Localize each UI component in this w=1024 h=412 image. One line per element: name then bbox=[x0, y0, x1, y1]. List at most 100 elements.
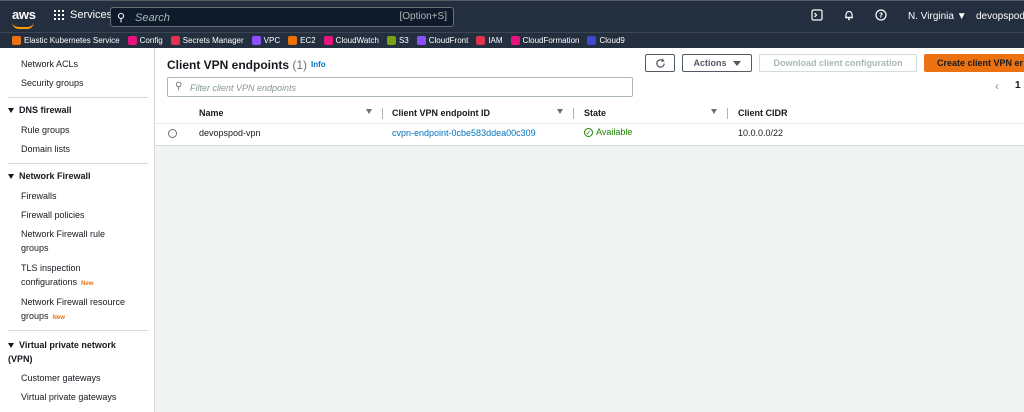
sidebar-item-firewall-policies[interactable]: Firewall policies bbox=[21, 208, 146, 222]
cell-endpoint-id-link[interactable]: cvpn-endpoint-0cbe583ddea00c309 bbox=[392, 128, 536, 138]
favorite-item[interactable]: CloudWatch bbox=[323, 36, 379, 45]
favorites-bar: Elastic Kubernetes Service Config Secrets … bbox=[0, 32, 1024, 48]
favorite-item[interactable]: Secrets Manager bbox=[170, 36, 244, 45]
sidebar-item-nf-rule-groups[interactable]: Network Firewall rule groups bbox=[21, 227, 121, 255]
account-menu[interactable]: devopspod @ bbox=[976, 11, 1024, 22]
refresh-button[interactable] bbox=[645, 54, 675, 72]
sidebar-item-security-groups[interactable]: Security groups bbox=[21, 76, 146, 90]
favorite-item[interactable]: Elastic Kubernetes Service bbox=[12, 36, 120, 45]
vpn-endpoints-panel: Client VPN endpoints (1) Info Actions Do… bbox=[155, 48, 1024, 146]
sidebar-section-dns-firewall[interactable]: DNS firewall bbox=[8, 105, 72, 115]
sidebar-item-domain-lists[interactable]: Domain lists bbox=[21, 142, 146, 156]
column-header-state[interactable]: State bbox=[584, 108, 606, 118]
check-circle-icon: ✓ bbox=[584, 127, 593, 137]
new-badge: New bbox=[81, 281, 94, 287]
sidebar-section-vpn[interactable]: Virtual private network (VPN) bbox=[8, 338, 133, 366]
sidebar-item-network-acls[interactable]: Network ACLs bbox=[21, 57, 146, 71]
sort-icon[interactable] bbox=[711, 109, 717, 114]
favorite-label: Secrets Manager bbox=[182, 36, 244, 45]
column-resizer[interactable] bbox=[573, 108, 574, 119]
grid-icon bbox=[54, 10, 64, 20]
search-icon: ⚲ bbox=[117, 12, 126, 24]
tls-label: TLS inspection configurations bbox=[21, 263, 81, 287]
column-resizer[interactable] bbox=[727, 108, 728, 119]
services-label: Services bbox=[70, 9, 113, 21]
service-icon bbox=[323, 36, 333, 45]
caret-down-icon bbox=[8, 343, 14, 349]
sidebar-divider bbox=[8, 330, 148, 331]
help-icon[interactable]: ? bbox=[875, 9, 887, 24]
aws-logo[interactable]: aws bbox=[12, 7, 36, 22]
filter-input[interactable] bbox=[188, 81, 612, 95]
actions-button[interactable]: Actions bbox=[682, 54, 752, 72]
item-count: (1) bbox=[292, 58, 308, 72]
service-icon bbox=[288, 36, 298, 45]
create-client-vpn-endpoint-button[interactable]: Create client VPN endpoint bbox=[924, 54, 1024, 72]
favorite-label: Elastic Kubernetes Service bbox=[24, 36, 120, 45]
table-row[interactable]: devopspod-vpn cvpn-endpoint-0cbe583ddea0… bbox=[155, 123, 1024, 144]
services-menu[interactable]: Services bbox=[54, 9, 112, 21]
sidebar-section-network-firewall[interactable]: Network Firewall bbox=[8, 171, 91, 181]
sort-icon[interactable] bbox=[557, 109, 563, 114]
nf-resource-label: Network Firewall resource groups bbox=[21, 297, 126, 321]
row-radio[interactable] bbox=[168, 129, 177, 138]
column-resizer[interactable] bbox=[382, 108, 383, 119]
previous-page-icon[interactable]: ‹ bbox=[995, 79, 999, 93]
favorite-label: CloudFront bbox=[428, 36, 469, 45]
svg-text:?: ? bbox=[879, 12, 883, 20]
service-icon bbox=[587, 36, 597, 45]
sidebar-item-customer-gateways[interactable]: Customer gateways bbox=[21, 371, 146, 385]
service-icon bbox=[12, 36, 21, 45]
favorite-item[interactable]: EC2 bbox=[288, 36, 316, 45]
column-header-name[interactable]: Name bbox=[199, 108, 224, 118]
service-icon bbox=[510, 36, 520, 45]
favorite-label: CloudFormation bbox=[522, 36, 580, 45]
sidebar-divider bbox=[8, 163, 148, 164]
sidebar-item-virtual-private-gateways[interactable]: Virtual private gateways bbox=[21, 390, 146, 404]
sidebar-item-tls-inspection[interactable]: TLS inspection configurations New bbox=[21, 261, 106, 291]
filter-box[interactable]: ⚲ bbox=[167, 77, 633, 97]
favorite-label: CloudWatch bbox=[335, 36, 379, 45]
bell-icon[interactable] bbox=[843, 9, 855, 24]
service-icon bbox=[127, 36, 137, 45]
favorite-label: VPC bbox=[263, 36, 281, 45]
sidebar-item-nf-resource-groups[interactable]: Network Firewall resource groups New bbox=[21, 295, 146, 325]
service-icon bbox=[476, 36, 486, 45]
favorite-item[interactable]: CloudFormation bbox=[510, 36, 580, 45]
table-header: Name Client VPN endpoint ID State Client… bbox=[155, 105, 1024, 124]
favorite-item[interactable]: CloudFront bbox=[416, 36, 469, 45]
new-badge: New bbox=[52, 315, 65, 321]
favorite-item[interactable]: IAM bbox=[476, 36, 503, 45]
refresh-icon bbox=[655, 58, 665, 68]
top-navigation: aws Services ⚲ [Option+S] ? N. Virginia … bbox=[0, 0, 1024, 32]
sidebar-item-firewalls[interactable]: Firewalls bbox=[21, 189, 146, 203]
favorite-label: S3 bbox=[398, 36, 409, 45]
aws-logo-smile bbox=[12, 22, 34, 29]
favorite-item[interactable]: S3 bbox=[386, 36, 409, 45]
favorite-label: IAM bbox=[488, 36, 503, 45]
section-label: DNS firewall bbox=[19, 105, 72, 115]
caret-down-icon bbox=[732, 60, 741, 66]
sort-icon[interactable] bbox=[366, 109, 372, 114]
favorite-item[interactable]: Config bbox=[127, 36, 163, 45]
cloudshell-icon[interactable] bbox=[811, 9, 823, 24]
favorite-item[interactable]: VPC bbox=[251, 36, 281, 45]
page-title: Client VPN endpoints (1) bbox=[167, 58, 307, 72]
global-search[interactable]: ⚲ [Option+S] bbox=[110, 7, 454, 27]
service-icon bbox=[416, 36, 426, 45]
column-header-client-cidr[interactable]: Client CIDR bbox=[738, 108, 788, 118]
sidebar-item-rule-groups[interactable]: Rule groups bbox=[21, 123, 146, 137]
sidebar: Network ACLs Security groups DNS firewal… bbox=[0, 48, 155, 412]
status-badge: ✓ Available bbox=[584, 127, 632, 137]
search-input[interactable] bbox=[133, 10, 387, 26]
favorite-label: Cloud9 bbox=[599, 36, 625, 45]
download-client-config-button[interactable]: Download client configuration bbox=[759, 54, 917, 72]
page-number[interactable]: 1 bbox=[1015, 80, 1021, 91]
main-content: Client VPN endpoints (1) Info Actions Do… bbox=[155, 48, 1024, 412]
favorite-item[interactable]: Cloud9 bbox=[587, 36, 625, 45]
caret-down-icon bbox=[8, 108, 14, 114]
info-link[interactable]: Info bbox=[311, 60, 326, 69]
region-selector[interactable]: N. Virginia ▼ bbox=[908, 11, 967, 22]
service-icon bbox=[251, 36, 261, 45]
column-header-endpoint-id[interactable]: Client VPN endpoint ID bbox=[392, 108, 490, 118]
